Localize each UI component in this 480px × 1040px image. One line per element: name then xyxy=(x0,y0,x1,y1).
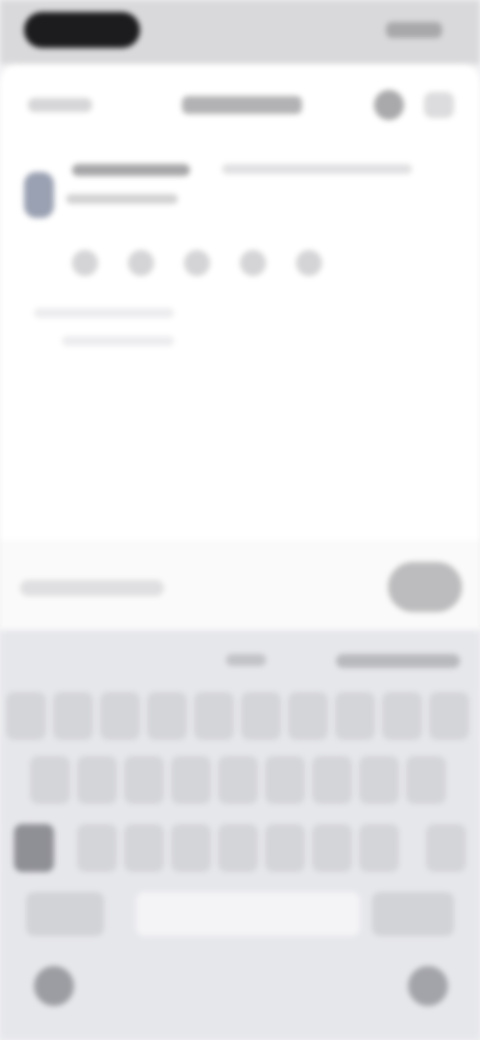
menu-icon[interactable] xyxy=(424,92,454,118)
key[interactable] xyxy=(124,824,164,872)
key[interactable] xyxy=(429,692,469,740)
key[interactable] xyxy=(100,692,140,740)
key[interactable] xyxy=(6,692,46,740)
shift-key[interactable] xyxy=(14,824,54,872)
key[interactable] xyxy=(171,756,211,804)
author-handle xyxy=(222,164,412,174)
text-input-area[interactable] xyxy=(34,308,174,318)
key[interactable] xyxy=(382,692,422,740)
backspace-key[interactable] xyxy=(426,824,466,872)
star-icon[interactable] xyxy=(184,250,210,276)
star-icon[interactable] xyxy=(72,250,98,276)
space-key[interactable] xyxy=(136,892,360,936)
key[interactable] xyxy=(241,692,281,740)
key[interactable] xyxy=(77,824,117,872)
numbers-key[interactable] xyxy=(26,892,104,936)
key[interactable] xyxy=(218,824,258,872)
key[interactable] xyxy=(312,824,352,872)
send-button[interactable] xyxy=(388,562,462,612)
key[interactable] xyxy=(171,824,211,872)
composer-bar xyxy=(0,540,480,630)
star-icon[interactable] xyxy=(296,250,322,276)
sheet-title xyxy=(182,96,302,114)
attachment-button[interactable] xyxy=(20,580,164,596)
key[interactable] xyxy=(77,756,117,804)
screen xyxy=(0,0,480,1040)
key[interactable] xyxy=(265,756,305,804)
status-bar xyxy=(0,0,480,64)
key[interactable] xyxy=(218,756,258,804)
key[interactable] xyxy=(359,756,399,804)
key[interactable] xyxy=(265,824,305,872)
key[interactable] xyxy=(147,692,187,740)
key[interactable] xyxy=(335,692,375,740)
key[interactable] xyxy=(53,692,93,740)
author-name xyxy=(72,164,190,176)
key[interactable] xyxy=(312,756,352,804)
cancel-button[interactable] xyxy=(28,98,92,112)
star-icon[interactable] xyxy=(240,250,266,276)
key[interactable] xyxy=(288,692,328,740)
globe-icon[interactable] xyxy=(34,966,74,1006)
key[interactable] xyxy=(30,756,70,804)
key[interactable] xyxy=(406,756,446,804)
key[interactable] xyxy=(124,756,164,804)
post-subtitle xyxy=(66,194,178,204)
suggestion-2[interactable] xyxy=(336,654,460,668)
return-key[interactable] xyxy=(372,892,454,936)
keyboard xyxy=(0,630,480,1040)
suggestion-1[interactable] xyxy=(226,654,266,666)
key[interactable] xyxy=(359,824,399,872)
key[interactable] xyxy=(194,692,234,740)
microphone-icon[interactable] xyxy=(408,966,448,1006)
star-icon[interactable] xyxy=(128,250,154,276)
status-indicators xyxy=(386,22,442,38)
dynamic-island xyxy=(24,12,140,48)
settings-icon[interactable] xyxy=(374,90,404,120)
avatar xyxy=(24,172,54,218)
text-input-area-line xyxy=(62,336,174,346)
